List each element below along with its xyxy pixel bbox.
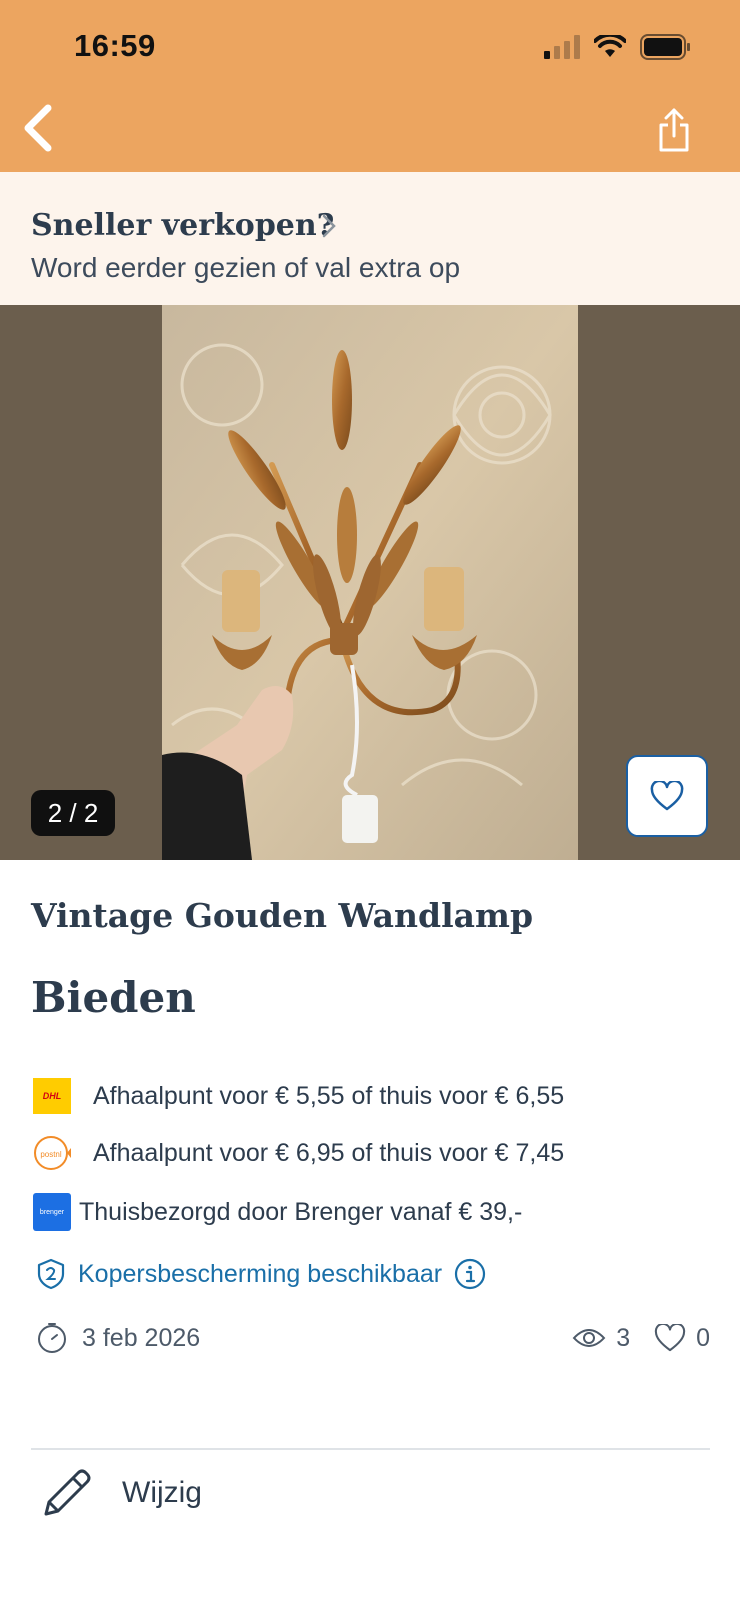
shipping-option-brenger: brenger Thuisbezorgd door Brenger vanaf … — [33, 1193, 522, 1231]
shipping-text: Thuisbezorgd door Brenger vanaf € 39,- — [79, 1197, 523, 1226]
promo-title: Sneller verkopen? — [31, 208, 335, 243]
back-button[interactable] — [12, 100, 64, 156]
share-button[interactable] — [652, 104, 696, 156]
heart-icon — [654, 1324, 686, 1352]
edit-button[interactable]: Wijzig — [40, 1466, 202, 1520]
buyer-protection-link[interactable]: Kopersbescherming beschikbaar — [36, 1258, 486, 1290]
battery-icon — [640, 34, 690, 60]
shipping-text: Afhaalpunt voor € 5,55 of thuis voor € 6… — [93, 1081, 565, 1110]
postnl-logo: postnl — [33, 1134, 71, 1172]
clock-icon — [38, 1323, 66, 1353]
shipping-text: Afhaalpunt voor € 6,95 of thuis voor € 7… — [93, 1138, 565, 1167]
divider — [31, 1448, 710, 1450]
listing-price: Bieden — [31, 973, 196, 1022]
shield-icon — [37, 1258, 65, 1290]
buyer-protection-label: Kopersbescherming beschikbaar — [78, 1259, 443, 1288]
shipping-option-postnl: postnl Afhaalpunt voor € 6,95 of thuis v… — [33, 1134, 564, 1172]
status-icons — [544, 34, 692, 60]
dhl-logo: DHL — [33, 1078, 71, 1114]
listing-stats: 3 0 — [572, 1324, 710, 1353]
image-gallery[interactable]: 2 / 2 — [0, 305, 740, 860]
info-icon[interactable] — [454, 1258, 486, 1290]
top-bar: 16:59 — [0, 0, 740, 172]
status-time: 16:59 — [74, 28, 156, 63]
edit-label: Wijzig — [122, 1476, 202, 1509]
eye-icon — [572, 1329, 606, 1347]
image-counter: 2 / 2 — [31, 790, 115, 836]
share-icon — [659, 108, 689, 152]
favorite-count: 0 — [696, 1323, 710, 1352]
heart-icon — [650, 781, 684, 811]
listing-meta: 3 feb 2026 3 0 — [36, 1318, 710, 1358]
listing-date-group: 3 feb 2026 — [36, 1322, 200, 1354]
shipping-option-dhl: DHL Afhaalpunt voor € 5,55 of thuis voor… — [33, 1078, 564, 1114]
brenger-logo: brenger — [33, 1193, 71, 1231]
listing-date: 3 feb 2026 — [82, 1323, 201, 1352]
listing-title: Vintage Gouden Wandlamp — [31, 896, 534, 935]
svg-text:postnl: postnl — [40, 1150, 62, 1159]
promo-subtitle: Word eerder gezien of val extra op — [31, 252, 461, 283]
chevron-right-icon — [322, 214, 336, 238]
product-photo — [162, 305, 578, 860]
favorite-button[interactable] — [626, 755, 708, 837]
signal-icon — [544, 35, 580, 59]
chevron-left-icon — [24, 104, 52, 152]
wifi-icon — [594, 35, 626, 57]
pencil-icon — [44, 1469, 91, 1516]
promo-banner[interactable]: Sneller verkopen? Word eerder gezien of … — [0, 172, 740, 305]
view-count: 3 — [616, 1323, 631, 1352]
